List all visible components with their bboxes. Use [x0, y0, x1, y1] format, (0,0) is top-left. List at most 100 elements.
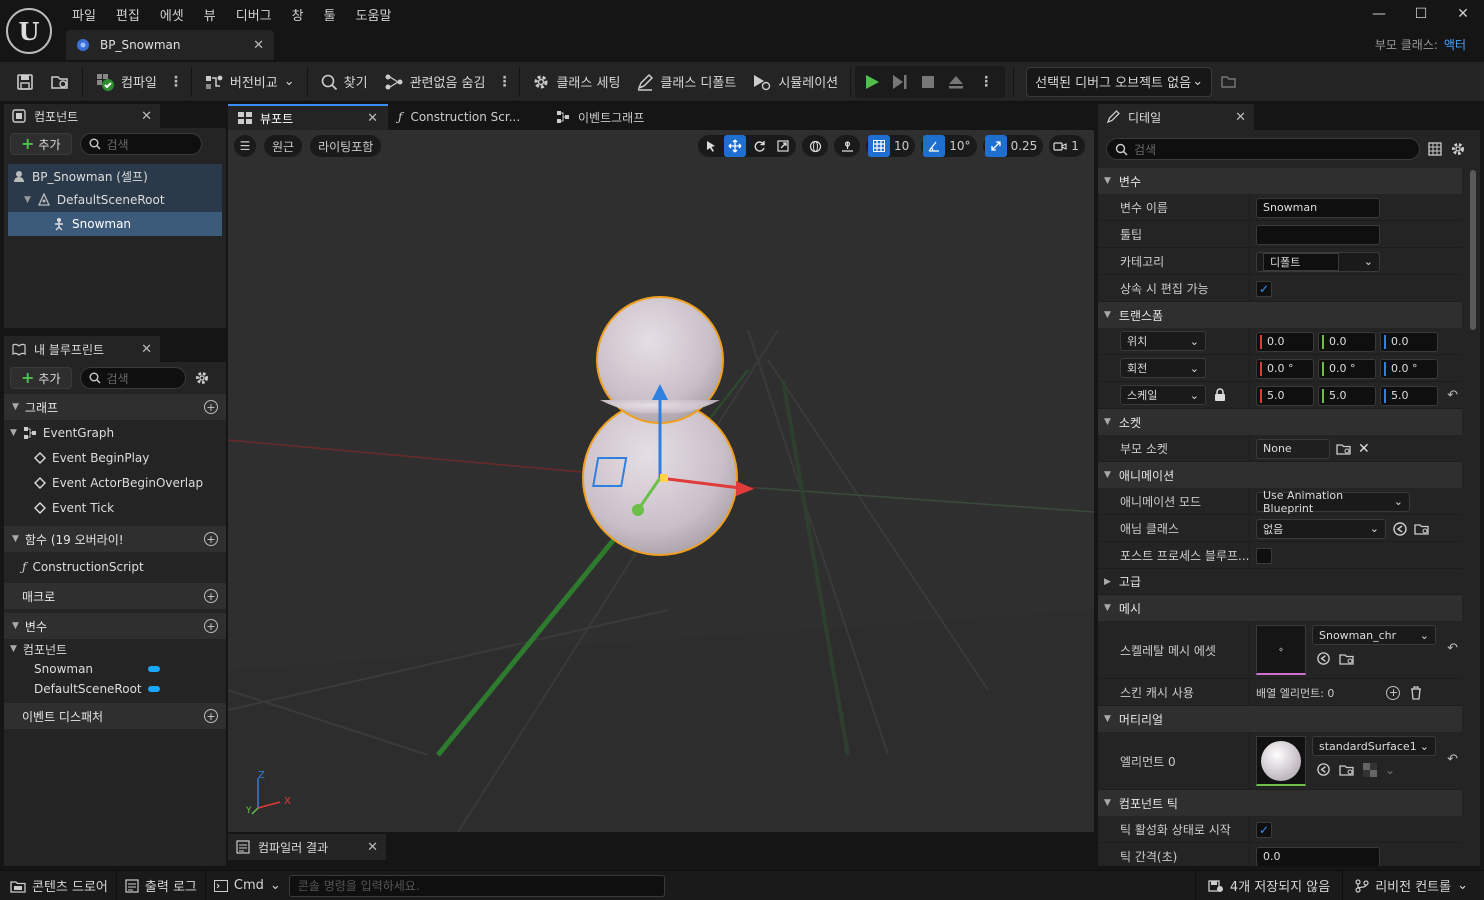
material-combo[interactable]: standardSurface1 ⌄ [1312, 736, 1436, 756]
lighting-mode-button[interactable]: 라이팅포함 [310, 135, 382, 157]
tree-item-snowman[interactable]: Snowman [8, 212, 222, 236]
event-graph-item[interactable]: ▼ EventGraph [4, 420, 226, 445]
my-blueprint-search-input[interactable]: 검색 [79, 367, 186, 389]
compile-button[interactable]: 컴파일 [87, 62, 165, 102]
menu-asset[interactable]: 에셋 [150, 5, 194, 24]
event-actor-begin-overlap-item[interactable]: Event ActorBeginOverlap [4, 470, 226, 495]
section-sockets[interactable]: ▼ 소켓 [1098, 409, 1462, 435]
use-selected-icon[interactable] [1392, 521, 1408, 537]
dispatchers-section-header[interactable]: 이벤트 디스패처 + [4, 703, 226, 729]
components-search-input[interactable]: 검색 [79, 133, 202, 155]
rotation-mode-combo[interactable]: 회전 ⌄ [1120, 358, 1206, 378]
collapse-arrow-icon[interactable]: ▼ [10, 428, 17, 438]
class-settings-button[interactable]: 클래스 세팅 [524, 62, 628, 102]
collapse-arrow-icon[interactable]: ▼ [24, 195, 31, 205]
step-forward-icon[interactable] [891, 73, 909, 91]
debug-object-select[interactable]: 선택된 디버그 오브젝트 없음 ⌄ [1026, 66, 1213, 97]
play-options-icon[interactable]: ⋮ [975, 74, 997, 90]
translate-icon[interactable] [724, 135, 746, 157]
section-transform[interactable]: ▼ 트랜스폼 [1098, 302, 1462, 328]
collapse-arrow-icon[interactable]: ▼ [10, 644, 17, 654]
animation-mode-combo[interactable]: Use Animation Blueprint ⌄ [1256, 489, 1410, 515]
perspective-button[interactable]: 원근 [264, 135, 303, 157]
variables-section-header[interactable]: ▼ 변수 + [4, 613, 226, 639]
post-process-checkbox[interactable] [1256, 547, 1272, 564]
skeletal-mesh-thumbnail[interactable]: ⋄ [1256, 625, 1306, 675]
document-tab-bp-snowman[interactable]: BP_Snowman ✕ [66, 30, 274, 60]
section-materials[interactable]: ▼ 머티리얼 [1098, 706, 1462, 732]
tab-compiler-results[interactable]: 컴파일러 결과 ✕ [228, 834, 386, 860]
trash-icon[interactable] [1410, 685, 1422, 700]
section-advanced[interactable]: ▶ 고급 [1098, 569, 1462, 595]
select-arrow-icon[interactable] [700, 135, 722, 157]
close-icon[interactable]: ✕ [1235, 110, 1246, 125]
clear-icon[interactable]: ✕ [1358, 441, 1370, 457]
tab-my-blueprint[interactable]: 내 블루프린트 ✕ [4, 336, 160, 362]
close-window-button[interactable]: ✕ [1442, 6, 1484, 22]
chevron-down-icon[interactable]: ⌄ [1385, 763, 1395, 777]
menu-window[interactable]: 창 [282, 5, 314, 24]
tab-details[interactable]: 디테일 ✕ [1098, 104, 1254, 130]
variable-item-default-scene-root[interactable]: DefaultSceneRoot [4, 679, 226, 699]
editable-inherit-checkbox[interactable]: ✓ [1256, 280, 1272, 297]
unreal-logo[interactable]: U [6, 8, 52, 54]
close-icon[interactable]: ✕ [141, 342, 152, 357]
menu-file[interactable]: 파일 [62, 5, 106, 24]
rotate-icon[interactable] [748, 135, 770, 157]
folder-search-icon[interactable] [1414, 522, 1430, 536]
gear-icon[interactable] [1450, 141, 1466, 157]
parent-socket-value[interactable]: None [1256, 438, 1330, 459]
skeletal-mesh-combo[interactable]: Snowman_chr ⌄ [1312, 625, 1436, 645]
details-scrollbar[interactable] [1470, 170, 1476, 330]
checker-texture-icon[interactable] [1363, 762, 1377, 777]
location-z-input[interactable]: 0.0 [1380, 331, 1438, 352]
variable-name-input[interactable]: Snowman [1256, 197, 1380, 218]
save-button[interactable] [0, 62, 42, 102]
add-macro-icon[interactable]: + [204, 589, 218, 603]
world-local-toggle[interactable] [802, 135, 828, 157]
content-drawer-button[interactable]: 콘텐츠 드로어 [0, 871, 116, 900]
class-defaults-button[interactable]: 클래스 디폴트 [628, 62, 744, 102]
location-x-input[interactable]: 0.0 [1256, 331, 1314, 352]
close-icon[interactable]: ✕ [367, 111, 378, 126]
close-icon[interactable]: ✕ [141, 109, 152, 124]
reset-to-default-icon[interactable]: ↶ [1447, 641, 1458, 656]
minimize-button[interactable]: — [1358, 6, 1400, 22]
camera-speed-button[interactable]: 1 [1049, 135, 1085, 157]
gear-icon[interactable] [194, 370, 210, 386]
rotation-x-input[interactable]: 0.0 ° [1256, 358, 1314, 379]
cmd-select[interactable]: Cmd ⌄ [206, 871, 289, 900]
reset-to-default-icon[interactable]: ↶ [1447, 388, 1458, 403]
tree-item-bp-snowman[interactable]: BP_Snowman (셀프) [8, 164, 222, 188]
scale-icon[interactable] [772, 135, 794, 157]
add-variable-icon[interactable]: + [204, 619, 218, 633]
add-dispatcher-icon[interactable]: + [204, 709, 218, 723]
grid-snap-button[interactable]: 10 [866, 135, 916, 157]
close-icon[interactable]: ✕ [367, 840, 378, 855]
scale-snap-button[interactable]: 0.25 [982, 135, 1044, 157]
tick-interval-input[interactable]: 0.0 [1256, 846, 1380, 866]
diff-button[interactable]: 버전비교 ⌄ [196, 62, 303, 102]
more-options-icon[interactable]: ⋮ [493, 74, 515, 90]
tab-construction-script[interactable]: ƒ Construction Scr... [388, 104, 546, 130]
simulation-button[interactable]: 시뮬레이션 [744, 62, 846, 102]
material-thumbnail[interactable] [1256, 736, 1306, 786]
event-tick-item[interactable]: Event Tick [4, 495, 226, 520]
menu-help[interactable]: 도움말 [346, 5, 402, 24]
section-component-tick[interactable]: ▼ 컴포넌트 틱 [1098, 790, 1462, 816]
scale-x-input[interactable]: 5.0 [1256, 385, 1314, 406]
hide-unrelated-button[interactable]: 관련없음 숨김 [376, 62, 494, 102]
debug-browse-button[interactable] [1212, 62, 1246, 102]
rotation-z-input[interactable]: 0.0 ° [1380, 358, 1438, 379]
menu-tools[interactable]: 툴 [314, 5, 346, 24]
tab-viewport[interactable]: 뷰포트 ✕ [228, 104, 388, 130]
surface-snap-toggle[interactable] [834, 135, 860, 157]
add-component-button[interactable]: + 추가 [10, 133, 72, 155]
revision-control-button[interactable]: 리비전 컨트롤 ⌄ [1343, 871, 1484, 900]
menu-edit[interactable]: 편집 [106, 5, 150, 24]
tooltip-input[interactable] [1256, 224, 1380, 245]
viewport-menu-button[interactable]: ☰ [234, 135, 256, 157]
eject-icon[interactable] [947, 73, 965, 91]
graphs-section-header[interactable]: ▼ 그래프 + [4, 394, 226, 420]
rotation-y-input[interactable]: 0.0 ° [1318, 358, 1376, 379]
